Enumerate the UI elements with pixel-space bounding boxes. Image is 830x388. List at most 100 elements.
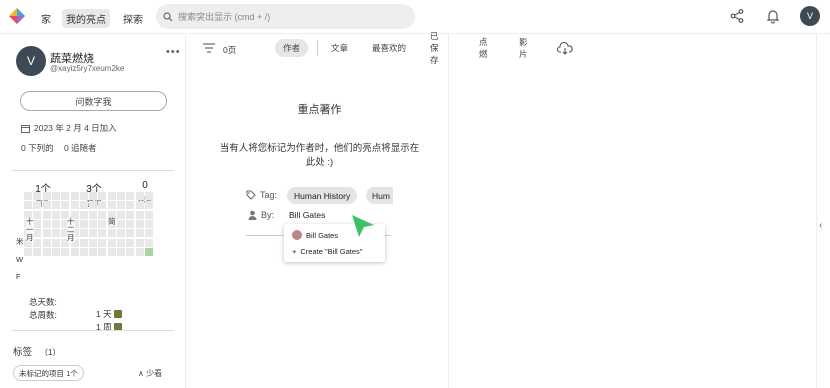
untagged-items-pill[interactable]: 未标记的项目 1个 (13, 365, 84, 381)
share-icon[interactable] (729, 8, 745, 24)
heatmap-cell (79, 192, 88, 200)
heatmap-cell (98, 210, 107, 219)
author-input[interactable]: Bill Gates (289, 210, 325, 220)
tab-favorites[interactable]: 最喜欢的 (364, 39, 414, 57)
heatmap-cell (24, 201, 32, 210)
heatmap-cell (33, 229, 42, 238)
detail-panel (448, 34, 830, 388)
heatmap-cell (42, 192, 51, 200)
heatmap-cell (144, 247, 153, 256)
heatmap-cell (89, 210, 98, 219)
tag-chip[interactable]: Hum (366, 187, 393, 204)
heatmap-cell (42, 219, 51, 228)
heatmap-cell (42, 238, 51, 247)
heatmap-day-label: W (16, 255, 24, 264)
book-icon (113, 310, 122, 318)
tab-articles[interactable]: 文章 (323, 39, 356, 57)
search-input[interactable]: 搜索突出显示 (cmd + /) (156, 4, 415, 29)
total-days-value-text: 1 天 (96, 309, 112, 319)
heatmap-cell (144, 238, 153, 247)
heatmap-cell (89, 229, 98, 238)
total-days: 总天数: 1 天 (29, 296, 122, 319)
total-days-value: 1 天 (96, 308, 122, 320)
tags-title-text: 标签 (13, 347, 33, 358)
joined-date: 2023 年 2 月 4 日加入 (21, 122, 117, 134)
chevron-left-icon[interactable]: ‹ (819, 220, 822, 231)
mouse-cursor-icon (352, 215, 374, 237)
heatmap-cell (126, 238, 135, 247)
heatmap-cell (42, 229, 51, 238)
heatmap-cell (51, 247, 60, 256)
heatmap-cell (89, 247, 98, 256)
stat-views-num: 0 (142, 180, 148, 191)
heatmap-cell (144, 229, 153, 238)
divider (12, 170, 174, 171)
nav-my-highlights[interactable]: 我的亮点 (62, 9, 110, 28)
heatmap-cell (89, 192, 98, 200)
heatmap-cell (126, 201, 135, 210)
heatmap-cell (79, 229, 88, 238)
joined-text: 2023 年 2 月 4 日加入 (34, 123, 117, 133)
heatmap-cell (98, 201, 107, 210)
heatmap-cell (117, 201, 125, 210)
following-count[interactable]: 0 下列的 (21, 143, 54, 153)
heatmap-cell (135, 229, 144, 238)
show-less-button[interactable]: ∧ 少看 (138, 368, 162, 379)
heatmap-cell (33, 219, 42, 228)
dropdown-create-option[interactable]: + Create "Bill Gates" (292, 247, 362, 256)
heatmap-cell (135, 201, 144, 210)
tab-saved[interactable]: 已保存 (422, 31, 448, 65)
heatmap-cell (98, 219, 107, 228)
dropdown-option[interactable]: Bill Gates (292, 230, 338, 240)
heatmap-cell (89, 238, 98, 247)
more-options-icon[interactable]: ••• (166, 46, 181, 58)
heatmap-cell (117, 229, 125, 238)
bell-icon[interactable] (765, 8, 781, 24)
empty-state-message: 当有人将您标记为作者时，他们的亮点将显示在此处 :) (219, 143, 420, 168)
heatmap-cell (70, 247, 79, 256)
app-logo-icon[interactable] (8, 7, 26, 25)
tag-icon (246, 190, 256, 200)
heatmap-cell (107, 229, 116, 238)
heatmap-cell (117, 247, 125, 256)
tags-count: （1） (40, 348, 61, 357)
tag-chip[interactable]: Human History (287, 187, 358, 204)
filter-bar: 0页 作者 文章 最喜欢的 已保存 点燃 影片 (193, 31, 573, 65)
heatmap-month-label: 十 二 月 (67, 217, 75, 242)
panel-collapse-bar[interactable] (816, 34, 830, 388)
heatmap-cell (61, 201, 70, 210)
heatmap-cell (61, 247, 70, 256)
heatmap-cell (79, 210, 88, 219)
heatmap-cell (135, 247, 144, 256)
heatmap-cell (144, 192, 153, 200)
follow-button[interactable]: 问数字我 (20, 91, 167, 111)
heatmap-cell (107, 192, 116, 200)
heatmap-cell (70, 192, 79, 200)
heatmap-cell (51, 219, 60, 228)
nav-home[interactable]: 家 (37, 9, 55, 28)
plus-icon: + (292, 247, 297, 256)
heatmap-cell (24, 192, 32, 200)
heatmap-day-label: 米 (16, 237, 24, 246)
calendar-icon (21, 124, 30, 133)
heatmap-cell (51, 192, 60, 200)
user-avatar-button[interactable]: V (800, 6, 820, 26)
heatmap-cell (98, 229, 107, 238)
heatmap-cell (144, 219, 153, 228)
heatmap-cell (126, 210, 135, 219)
heatmap-cell (51, 201, 60, 210)
heatmap-cell (98, 238, 107, 247)
nav-explore[interactable]: 探索 (119, 9, 147, 28)
filter-icon[interactable] (203, 43, 215, 53)
heatmap-cell (126, 247, 135, 256)
heatmap-cell (33, 238, 42, 247)
top-bar: 家 我的亮点 探索 搜索突出显示 (cmd + /) V (0, 0, 830, 34)
heatmap-cell (42, 247, 51, 256)
divider (12, 330, 174, 331)
followers-count[interactable]: 0 追随者 (64, 143, 97, 153)
heatmap-cell (79, 238, 88, 247)
heatmap-cell (89, 219, 98, 228)
page-title: 重点著作 (297, 104, 342, 116)
tab-authors[interactable]: 作者 (275, 39, 309, 57)
dropdown-option-label: Bill Gates (306, 230, 339, 240)
